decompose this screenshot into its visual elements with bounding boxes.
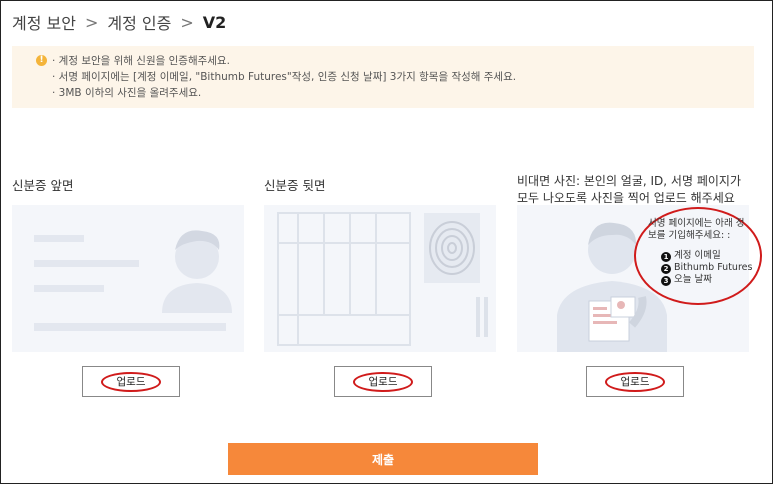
annotation-list: 1 계정 이메일 2 Bithumb Futures 3 오늘 날짜 [661,250,752,286]
number-badge-icon: 3 [661,276,671,286]
selfie-label: 비대면 사진: 본인의 얼굴, ID, 서명 페이지가 모두 나오도록 사진을 … [517,173,741,207]
id-card-back-illustration [277,212,488,346]
breadcrumb-separator: > [84,12,99,32]
breadcrumb-item-verification[interactable]: 계정 인증 [107,10,171,34]
annotation-item: 2 Bithumb Futures [661,262,752,274]
submit-button[interactable]: 제출 [228,443,538,475]
notice-text: · 계정 보안을 위해 신원을 인증해주세요. · 서명 페이지에는 [계정 이… [52,53,516,101]
upload-id-back-button[interactable]: 업로드 [334,366,432,397]
annotation-item-text: 계정 이메일 [674,250,721,261]
annotation-item: 3 오늘 날짜 [661,274,752,286]
annotation-line: 서명 페이지에는 아래 정 [648,218,745,229]
id-back-example [264,205,496,352]
annotation-line: 보를 기입해주세요: : [648,230,731,241]
breadcrumb: 계정 보안 > 계정 인증 > V2 [12,10,226,34]
annotation-item-text: 오늘 날짜 [674,274,712,285]
breadcrumb-item-security[interactable]: 계정 보안 [12,10,76,34]
upload-selfie-button[interactable]: 업로드 [586,366,684,397]
breadcrumb-separator: > [180,12,194,32]
id-card-front-illustration [34,230,232,331]
warning-icon: ! [36,55,47,66]
number-badge-icon: 2 [661,264,671,274]
notice-box: ! · 계정 보안을 위해 신원을 인증해주세요. · 서명 페이지에는 [계정… [12,46,754,108]
annotation-text: 서명 페이지에는 아래 정 보를 기입해주세요: : [648,218,744,242]
notice-line: · 3MB 이하의 사진을 올려주세요. [52,87,202,99]
upload-button-label: 업로드 [368,376,398,388]
notice-line: · 서명 페이지에는 [계정 이메일, "Bithumb Futures"작성,… [52,71,517,83]
id-front-label: 신분증 앞면 [12,178,74,193]
annotation-item-text: Bithumb Futures [674,262,753,273]
upload-id-front-button[interactable]: 업로드 [82,366,180,397]
breadcrumb-current: V2 [202,12,227,32]
upload-button-label: 업로드 [620,376,650,388]
upload-button-label: 업로드 [116,376,146,388]
selfie-label-line: 비대면 사진: 본인의 얼굴, ID, 서명 페이지가 [517,174,741,188]
number-badge-icon: 1 [661,252,671,262]
annotation-item: 1 계정 이메일 [661,250,752,262]
id-back-label: 신분증 뒷면 [264,178,326,193]
notice-line: · 계정 보안을 위해 신원을 인증해주세요. [52,55,230,67]
id-front-example [12,205,244,352]
